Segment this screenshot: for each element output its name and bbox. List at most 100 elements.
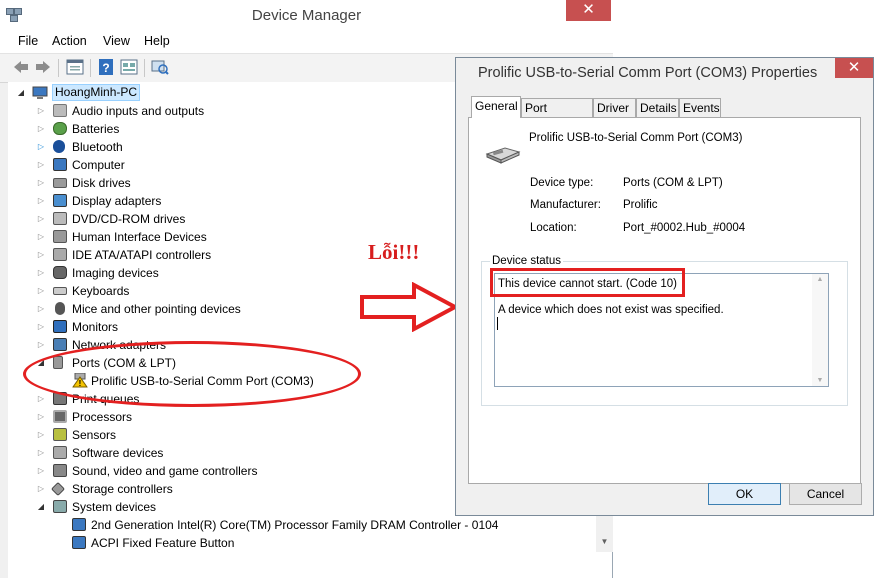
sensor-icon	[53, 428, 67, 441]
usb-serial-device-icon	[485, 147, 521, 164]
tree-item-label: Imaging devices	[72, 266, 159, 280]
chip-icon	[72, 518, 86, 531]
expand-arrow-icon[interactable]: ▷	[36, 228, 46, 246]
device-name: Prolific USB-to-Serial Comm Port (COM3)	[529, 132, 743, 144]
cancel-button[interactable]: Cancel	[789, 483, 862, 505]
expand-arrow-icon[interactable]: ▷	[36, 408, 46, 426]
mouse-icon	[55, 302, 65, 315]
expand-arrow-icon[interactable]: ▷	[36, 264, 46, 282]
dvd-icon	[53, 212, 67, 225]
tree-item-label: System devices	[72, 500, 157, 514]
menu-action[interactable]: Action	[52, 34, 87, 48]
bluetooth-icon	[53, 140, 65, 153]
expand-arrow-icon[interactable]: ▷	[36, 444, 46, 462]
expand-arrow-icon[interactable]: ▷	[36, 336, 46, 354]
tree-item-label: 2nd Generation Intel(R) Core(TM) Process…	[91, 518, 499, 532]
device-type-value: Ports (COM & LPT)	[623, 177, 723, 189]
tree-item-label: Monitors	[72, 320, 119, 334]
status-scrollbar[interactable]: ▲ ▼	[812, 274, 828, 386]
location-label: Location:	[530, 222, 577, 234]
help-icon[interactable]: ?	[97, 59, 115, 75]
close-button[interactable]: ✕	[835, 58, 873, 78]
tree-item-label: IDE ATA/ATAPI controllers	[72, 248, 212, 262]
scan-hardware-icon[interactable]	[151, 59, 169, 75]
expand-arrow-icon[interactable]: ▷	[36, 390, 46, 408]
network-icon	[53, 338, 67, 351]
expand-arrow-icon[interactable]: ▷	[36, 480, 46, 498]
menu-bar: File Action View Help	[0, 31, 613, 53]
tree-item-label: Display adapters	[72, 194, 162, 208]
close-button[interactable]: ✕	[566, 0, 611, 21]
sound-icon	[53, 464, 67, 477]
properties-dialog: Prolific USB-to-Serial Comm Port (COM3) …	[455, 57, 874, 516]
tree-item-label: Processors	[72, 410, 133, 424]
expand-arrow-icon[interactable]: ▷	[36, 282, 46, 300]
tree-item-label: DVD/CD-ROM drives	[72, 212, 186, 226]
expand-arrow-icon[interactable]: ▷	[36, 120, 46, 138]
tab-driver[interactable]: Driver	[593, 98, 636, 117]
red-arrow-icon	[360, 282, 459, 332]
display-icon	[53, 194, 67, 207]
text-caret	[497, 317, 498, 330]
tree-item-label: Bluetooth	[72, 140, 123, 154]
tab-general[interactable]: General	[471, 96, 521, 118]
menu-file[interactable]: File	[18, 34, 38, 48]
device-type-label: Device type:	[530, 177, 594, 189]
view-icon[interactable]	[120, 59, 138, 75]
window-title: Device Manager	[251, 7, 362, 24]
expand-arrow-icon[interactable]: ▷	[36, 210, 46, 228]
expand-arrow-icon[interactable]: ▷	[36, 174, 46, 192]
hid-icon	[53, 230, 67, 243]
software-icon	[53, 446, 67, 459]
tree-item-label: Audio inputs and outputs	[72, 104, 205, 118]
expand-arrow-icon[interactable]: ▷	[36, 462, 46, 480]
collapse-arrow-icon[interactable]: ◢	[16, 84, 26, 102]
tree-item-label: ACPI Fixed Feature Button	[91, 536, 235, 550]
scroll-down-arrow-icon[interactable]: ▼	[812, 377, 828, 384]
properties-titlebar: Prolific USB-to-Serial Comm Port (COM3) …	[456, 58, 873, 90]
ide-icon	[53, 248, 67, 261]
manufacturer-value: Prolific	[623, 199, 658, 211]
expand-arrow-icon[interactable]: ▷	[36, 426, 46, 444]
tab-details[interactable]: Details	[636, 98, 679, 117]
computer-icon	[32, 86, 48, 99]
expand-arrow-icon[interactable]: ▷	[36, 156, 46, 174]
tree-item-label: Computer	[72, 158, 125, 172]
expand-arrow-icon[interactable]: ▷	[36, 246, 46, 264]
forward-icon[interactable]	[34, 59, 52, 75]
menu-help[interactable]: Help	[144, 34, 170, 48]
tree-item-label: Storage controllers	[72, 482, 173, 496]
tree-root-label: HoangMinh-PC	[52, 84, 141, 101]
expand-arrow-icon[interactable]: ▷	[36, 138, 46, 156]
tab-events[interactable]: Events	[679, 98, 721, 117]
storage-icon	[50, 481, 66, 497]
dialog-title: Prolific USB-to-Serial Comm Port (COM3) …	[478, 65, 818, 81]
battery-icon	[53, 122, 67, 135]
expand-arrow-icon[interactable]: ▷	[36, 300, 46, 318]
tree-item-label: Sound, video and game controllers	[72, 464, 258, 478]
error-annotation: Lỗi!!!	[368, 240, 420, 264]
keyboard-icon	[53, 287, 67, 295]
back-icon[interactable]	[12, 59, 30, 75]
processor-icon	[53, 410, 67, 423]
collapse-arrow-icon[interactable]: ◢	[36, 498, 46, 516]
ok-button[interactable]: OK	[708, 483, 781, 505]
disk-icon	[53, 178, 67, 188]
tree-item-label: Keyboards	[72, 284, 130, 298]
tree-item-label: Human Interface Devices	[72, 230, 207, 244]
tree-item-label: Sensors	[72, 428, 117, 442]
tree-item-label: Software devices	[72, 446, 164, 460]
status-message-line2: A device which does not exist was specif…	[498, 304, 724, 316]
scroll-up-arrow-icon[interactable]: ▲	[812, 276, 828, 283]
tree-item-label: Disk drives	[72, 176, 131, 190]
expand-arrow-icon[interactable]: ▷	[36, 318, 46, 336]
expand-arrow-icon[interactable]: ▷	[36, 192, 46, 210]
camera-icon	[53, 266, 67, 279]
device-status-legend: Device status	[490, 255, 564, 267]
scroll-down-arrow-icon[interactable]: ▼	[596, 533, 613, 550]
properties-icon[interactable]	[66, 59, 84, 75]
tab-port-settings[interactable]: Port Settings	[521, 98, 593, 133]
menu-view[interactable]: View	[103, 34, 130, 48]
svg-text:?: ?	[102, 61, 109, 75]
expand-arrow-icon[interactable]: ▷	[36, 102, 46, 120]
